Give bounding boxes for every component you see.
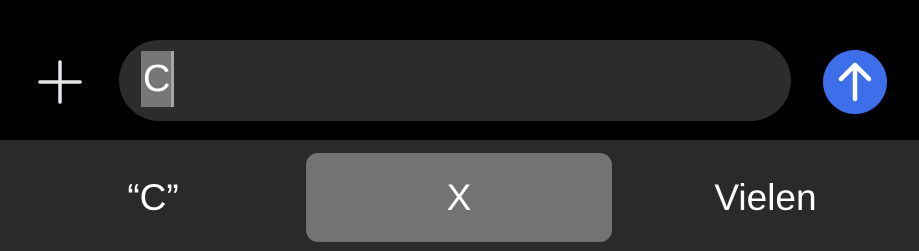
input-text-area[interactable]: C	[141, 50, 175, 108]
message-composer: C	[0, 0, 919, 140]
suggestion-highlighted[interactable]: X	[306, 153, 612, 242]
predictive-text-bar: “C” X Vielen	[0, 140, 919, 251]
suggestion-literal[interactable]: “C”	[0, 153, 306, 242]
arrow-up-icon	[838, 62, 872, 102]
plus-icon	[38, 60, 82, 104]
messages-screen: C “C” X Vielen	[0, 0, 919, 251]
suggestion-word[interactable]: Vielen	[612, 153, 919, 242]
send-button[interactable]	[823, 50, 887, 114]
message-input[interactable]: C	[119, 40, 791, 121]
add-attachment-button[interactable]	[36, 58, 84, 106]
selected-input-text[interactable]: C	[141, 51, 175, 107]
